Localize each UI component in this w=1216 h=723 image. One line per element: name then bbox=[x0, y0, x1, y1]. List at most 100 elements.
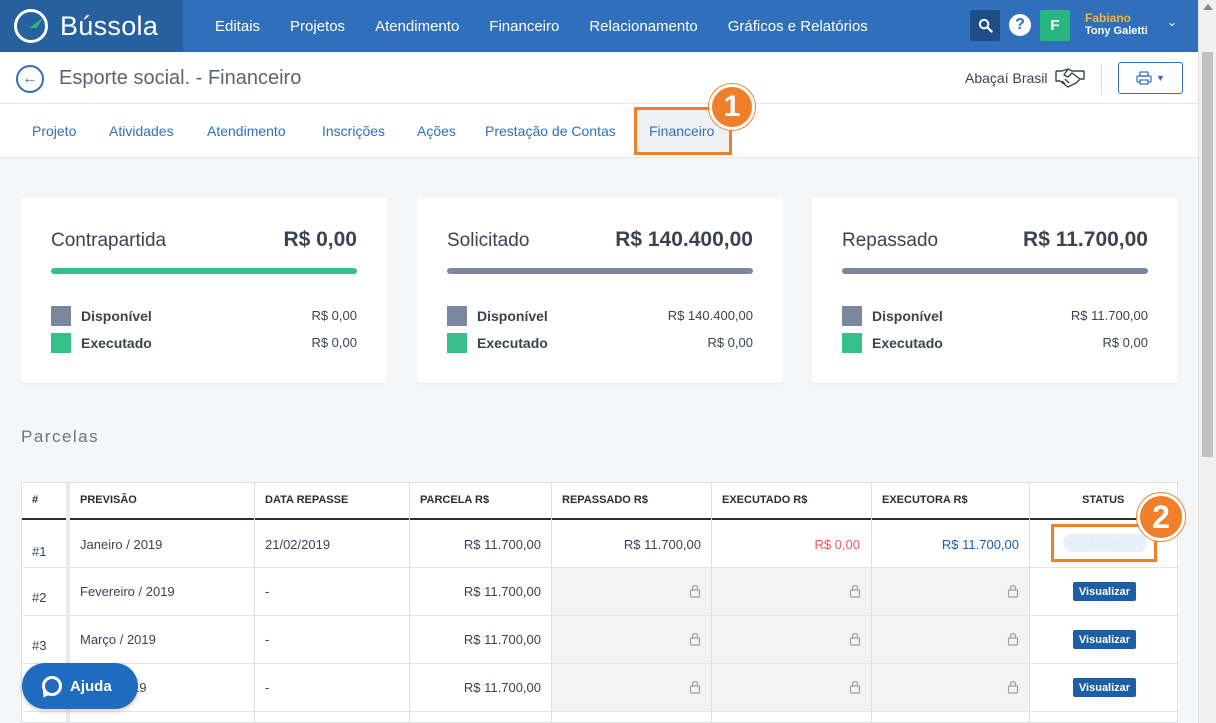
table-row: #3 Março / 2019 - R$ 11.700,00 Visualiza… bbox=[22, 616, 1177, 664]
print-button[interactable]: ▼ bbox=[1118, 62, 1183, 94]
help-chat-button[interactable]: Ajuda bbox=[22, 663, 138, 709]
tab-atividades[interactable]: Atividades bbox=[109, 123, 174, 139]
locked-cell bbox=[712, 568, 872, 615]
legend-disponivel: Disponível R$ 11.700,00 bbox=[842, 306, 1148, 326]
help-icon[interactable]: ? bbox=[1009, 14, 1031, 36]
lock-icon bbox=[1007, 680, 1019, 694]
cell-executora[interactable]: R$ 11.700,00 bbox=[902, 537, 1019, 552]
search-button[interactable] bbox=[970, 10, 1000, 41]
cell-num: #3 bbox=[32, 638, 47, 653]
legend-swatch bbox=[447, 333, 467, 353]
card-title: Repassado bbox=[842, 230, 939, 251]
nav-editais[interactable]: Editais bbox=[200, 18, 275, 35]
cell-parcela: R$ 11.700,00 bbox=[463, 680, 541, 695]
app-logo[interactable]: Bússola bbox=[0, 0, 183, 52]
legend-value: R$ 0,00 bbox=[1102, 335, 1148, 350]
visualizar-button[interactable]: Visualizar bbox=[1073, 678, 1136, 697]
col-previsao: PREVISÃO bbox=[80, 494, 137, 506]
app-name: Bússola bbox=[60, 10, 159, 41]
card-progress-bar bbox=[447, 268, 753, 274]
scroll-thumb[interactable] bbox=[1202, 52, 1213, 457]
tab-prestacao-de-contas[interactable]: Prestação de Contas bbox=[485, 123, 616, 139]
locked-cell bbox=[712, 616, 872, 663]
step-1-callout: 1 bbox=[709, 84, 755, 130]
legend-value: R$ 0,00 bbox=[311, 308, 357, 323]
nav-projetos[interactable]: Projetos bbox=[275, 18, 360, 35]
user-first-name[interactable]: Fabiano bbox=[1085, 11, 1131, 25]
col-status: STATUS bbox=[1082, 494, 1125, 506]
avatar[interactable]: F bbox=[1040, 10, 1070, 41]
col-parcela: PARCELA R$ bbox=[420, 494, 490, 506]
nav-atendimento[interactable]: Atendimento bbox=[360, 18, 474, 35]
help-chat-label: Ajuda bbox=[70, 677, 112, 695]
lock-icon bbox=[1007, 584, 1019, 598]
back-button[interactable]: ← bbox=[16, 65, 44, 93]
table-row: 19 - R$ 11.700,00 Visualizar bbox=[22, 664, 1177, 712]
legend-swatch bbox=[447, 306, 467, 326]
legend-disponivel: Disponível R$ 140.400,00 bbox=[447, 306, 753, 326]
tab-acoes[interactable]: Ações bbox=[417, 123, 456, 139]
page-title: Esporte social. - Financeiro bbox=[59, 67, 302, 89]
status-badge[interactable]: Liberado bbox=[1063, 534, 1147, 552]
lock-icon bbox=[689, 584, 701, 598]
caret-down-icon: ▼ bbox=[1156, 73, 1165, 83]
cell-data-repasse: 21/02/2019 bbox=[265, 537, 331, 552]
card-contrapartida: Contrapartida R$ 0,00 Disponível R$ 0,00… bbox=[21, 198, 387, 383]
lock-icon bbox=[849, 584, 861, 598]
tab-atendimento[interactable]: Atendimento bbox=[207, 123, 286, 139]
tab-inscricoes[interactable]: Inscrições bbox=[322, 123, 385, 139]
vertical-scrollbar[interactable] bbox=[1198, 0, 1216, 723]
card-solicitado: Solicitado R$ 140.400,00 Disponível R$ 1… bbox=[417, 198, 783, 383]
top-navbar: Bússola Editais Projetos Atendimento Fin… bbox=[0, 0, 1198, 52]
nav-financeiro[interactable]: Financeiro bbox=[474, 18, 574, 35]
step-2-callout: 2 bbox=[1137, 493, 1185, 541]
tab-projeto[interactable]: Projeto bbox=[32, 123, 76, 139]
cell-data-repasse: - bbox=[265, 584, 270, 599]
card-title: Contrapartida bbox=[51, 230, 167, 251]
cell-repassado: R$ 11.700,00 bbox=[623, 537, 701, 552]
legend-disponivel: Disponível R$ 0,00 bbox=[51, 306, 357, 326]
col-executado: EXECUTADO R$ bbox=[722, 494, 808, 506]
user-full-name[interactable]: Tony Galetti bbox=[1085, 25, 1148, 37]
legend-value: R$ 11.700,00 bbox=[1070, 308, 1148, 323]
visualizar-button[interactable]: Visualizar bbox=[1073, 630, 1136, 649]
cell-previsao: Março / 2019 bbox=[80, 632, 156, 647]
legend-executado: Executado R$ 0,00 bbox=[447, 333, 753, 353]
legend-swatch bbox=[51, 333, 71, 353]
header-divider bbox=[1101, 64, 1102, 94]
nav-relacionamento[interactable]: Relacionamento bbox=[574, 18, 712, 35]
nav-graficos-relatorios[interactable]: Gráficos e Relatórios bbox=[713, 18, 883, 35]
parcelas-table: # PREVISÃO DATA REPASSE PARCELA R$ REPAS… bbox=[21, 482, 1178, 723]
locked-cell bbox=[872, 568, 1029, 615]
locked-cell bbox=[552, 568, 712, 615]
chevron-down-icon[interactable]: ⌄ bbox=[1167, 15, 1177, 29]
legend-executado: Executado R$ 0,00 bbox=[842, 333, 1148, 353]
section-title-parcelas: Parcelas bbox=[21, 427, 100, 446]
locked-cell bbox=[552, 616, 712, 663]
printer-icon bbox=[1136, 71, 1152, 85]
cell-data-repasse: - bbox=[265, 680, 270, 695]
locked-cell bbox=[872, 616, 1029, 663]
lock-icon bbox=[849, 632, 861, 646]
cell-executado: R$ 0,00 bbox=[814, 537, 860, 552]
col-repassado: REPASSADO R$ bbox=[562, 494, 648, 506]
page-header: ← Esporte social. - Financeiro Abaçaí Br… bbox=[0, 52, 1198, 104]
lock-icon bbox=[689, 632, 701, 646]
cell-num: #1 bbox=[32, 544, 47, 559]
card-total: R$ 140.400,00 bbox=[615, 228, 753, 251]
cell-previsao: Fevereiro / 2019 bbox=[80, 584, 175, 599]
project-tabs: Projeto Atividades Atendimento Inscriçõe… bbox=[0, 104, 1198, 158]
locked-cell bbox=[872, 664, 1029, 711]
cell-parcela: R$ 11.700,00 bbox=[463, 632, 541, 647]
compass-icon bbox=[14, 9, 48, 43]
locked-cell bbox=[712, 664, 872, 711]
table-row: #2 Fevereiro / 2019 - R$ 11.700,00 Visua… bbox=[22, 568, 1177, 616]
col-num: # bbox=[32, 494, 39, 506]
column-divider bbox=[409, 483, 410, 722]
cell-parcela: R$ 11.700,00 bbox=[463, 584, 541, 599]
legend-label: Executado bbox=[872, 335, 943, 351]
visualizar-button[interactable]: Visualizar bbox=[1073, 582, 1136, 601]
legend-label: Disponível bbox=[81, 308, 152, 324]
card-total: R$ 11.700,00 bbox=[1023, 228, 1148, 251]
scroll-up-icon[interactable] bbox=[1203, 4, 1213, 10]
